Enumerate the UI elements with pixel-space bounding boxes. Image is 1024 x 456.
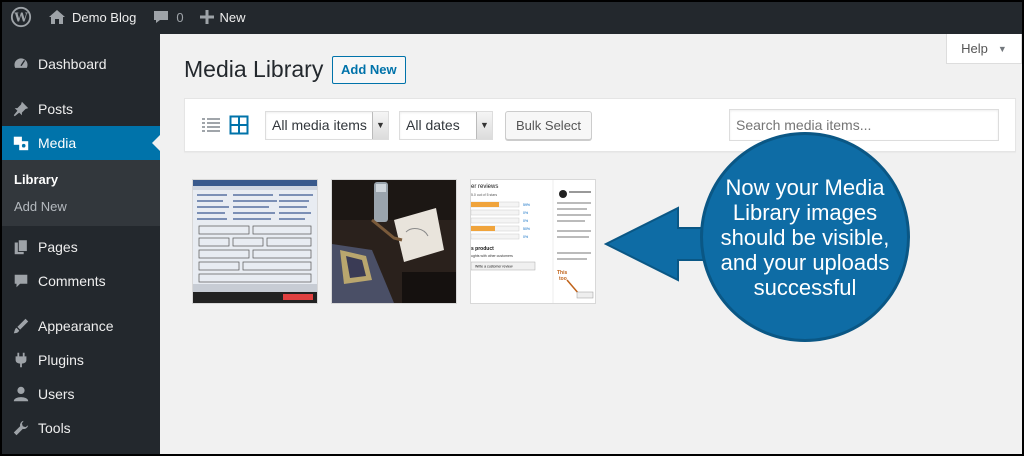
thumbnail-text: too [559, 276, 567, 282]
sidebar-item-appearance[interactable]: Appearance [0, 309, 160, 343]
dropdown-arrow-icon: ▼ [476, 112, 492, 139]
plus-icon [199, 10, 214, 24]
sidebar-item-label: Comments [38, 273, 106, 289]
admin-bar: W Demo Blog 0 New [0, 0, 1024, 34]
list-view-icon[interactable] [201, 116, 221, 136]
thumbnail-image [332, 180, 456, 303]
sidebar-item-tools[interactable]: Tools [0, 411, 160, 445]
media-thumbnail[interactable] [332, 180, 456, 303]
caret-down-icon: ▼ [997, 43, 1007, 54]
callout-arrow-icon [604, 206, 713, 282]
add-new-button[interactable]: Add New [332, 56, 406, 84]
sidebar-item-posts[interactable]: Posts [0, 92, 160, 126]
thumbnail-text: er reviews [471, 184, 498, 190]
sidebar-item-label: Users [38, 386, 75, 402]
thumbnail-text: 50% [523, 227, 530, 231]
thumbnail-text: 5.0 out of 5 stars [471, 193, 497, 197]
sidebar-item-pages[interactable]: Pages [0, 230, 160, 264]
comments-link[interactable]: 0 [144, 0, 191, 34]
date-filter[interactable]: All dates ▼ [399, 111, 493, 140]
site-name-link[interactable]: Demo Blog [40, 0, 144, 34]
sidebar-item-users[interactable]: Users [0, 377, 160, 411]
brush-icon [10, 316, 32, 336]
pages-icon [10, 237, 32, 257]
sidebar-item-label: Posts [38, 101, 74, 117]
thumbnail-text: Write a customer review [475, 265, 513, 269]
callout-bubble: Now your Media Library images should be … [700, 132, 910, 342]
media-thumbnail[interactable]: er reviews 5.0 out of 5 stars 59% 0% 0% … [471, 180, 595, 303]
site-name: Demo Blog [72, 9, 137, 25]
thumbnail-text: ughts with other customers [471, 254, 513, 258]
plugin-icon [10, 350, 32, 370]
grid-view-icon[interactable] [229, 115, 249, 135]
thumbnail-text: 59% [523, 203, 530, 207]
home-icon [49, 10, 65, 24]
new-content-link[interactable]: New [192, 0, 254, 34]
new-label: New [219, 9, 246, 25]
sidebar-item-label: Pages [38, 239, 78, 255]
thumbnail-text: 0% [523, 235, 528, 239]
user-icon [10, 384, 32, 404]
comment-bubble-icon [154, 11, 169, 23]
sidebar-item-media[interactable]: Media [0, 126, 160, 160]
submenu-item-library[interactable]: Library [0, 166, 160, 193]
thumbnail-image: er reviews 5.0 out of 5 stars 59% 0% 0% … [471, 180, 595, 303]
pin-icon [10, 99, 32, 119]
wrench-icon [10, 418, 32, 438]
thumbnail-text: 0% [523, 219, 528, 223]
media-toolbar: All media items ▼ All dates ▼ Bulk Selec… [184, 98, 1016, 152]
submenu-item-add-new[interactable]: Add New [0, 193, 160, 220]
help-label: Help [961, 41, 988, 56]
callout-text: Now your Media Library images should be … [720, 174, 890, 300]
media-icon [10, 133, 32, 153]
dashboard-icon [10, 54, 32, 74]
date-filter-value: All dates [406, 117, 460, 133]
bulk-select-button[interactable]: Bulk Select [505, 111, 593, 140]
sidebar-item-label: Dashboard [38, 56, 107, 72]
comment-icon [10, 271, 32, 291]
svg-text:W: W [13, 11, 28, 25]
thumbnail-text: s product [471, 246, 494, 252]
admin-sidebar: Dashboard Posts Media Library Add New Pa… [0, 34, 160, 456]
sidebar-item-plugins[interactable]: Plugins [0, 343, 160, 377]
help-tab[interactable]: Help ▼ [946, 34, 1022, 64]
media-type-value: All media items [272, 117, 367, 133]
sidebar-item-dashboard[interactable]: Dashboard [0, 47, 160, 81]
media-submenu: Library Add New [0, 160, 160, 226]
search-media-input[interactable] [729, 109, 999, 141]
media-thumbnail[interactable] [193, 180, 317, 303]
thumbnail-text: 0% [523, 211, 528, 215]
dropdown-arrow-icon: ▼ [372, 112, 388, 139]
sidebar-item-label: Plugins [38, 352, 84, 368]
page-title: Media Library [184, 56, 324, 82]
thumbnail-image [193, 180, 317, 303]
sidebar-item-comments[interactable]: Comments [0, 264, 160, 298]
media-type-filter[interactable]: All media items ▼ [265, 111, 389, 140]
comments-count: 0 [176, 9, 184, 25]
sidebar-item-label: Appearance [38, 318, 114, 334]
wordpress-logo-icon[interactable]: W [2, 0, 40, 34]
sidebar-item-label: Media [38, 135, 77, 151]
sidebar-item-label: Tools [38, 420, 71, 436]
